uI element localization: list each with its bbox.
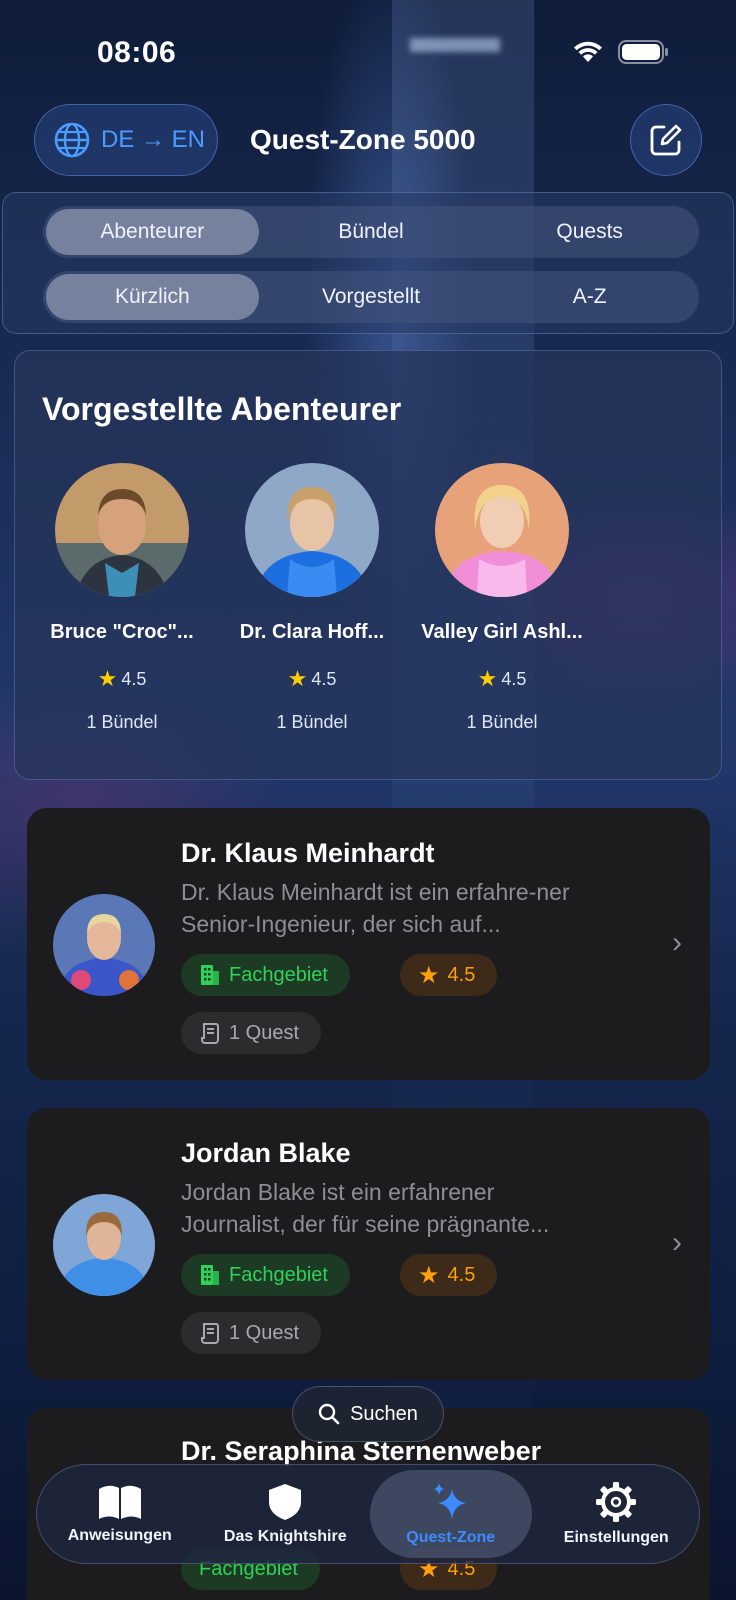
quest-count-badge: 1 Quest <box>181 1012 322 1054</box>
language-label: DE → EN <box>101 126 206 153</box>
tab-einstellungen[interactable]: Einstellungen <box>536 1470 698 1558</box>
avatar <box>53 894 155 996</box>
expertise-badge: Fachgebiet <box>181 954 350 996</box>
featured-adventurer-card[interactable]: Dr. Clara Hoff... ★ 4.5 1 Bündel <box>217 463 407 733</box>
rating-value: 4.5 <box>447 963 476 986</box>
featured-adventurer-card[interactable]: Bruce "Croc"... ★ 4.5 1 Bündel <box>27 463 217 733</box>
adventurer-bundle-count: 1 Bündel <box>466 712 538 732</box>
star-icon: ★ <box>287 666 308 691</box>
rating-value: 4.5 <box>501 668 527 689</box>
avatar <box>245 463 379 597</box>
featured-adventurers-section: Vorgestellte Abenteurer Bruce "Croc"... … <box>14 350 722 780</box>
tab-anweisungen[interactable]: Anweisungen <box>39 1470 201 1558</box>
expertise-badge: Fachgebiet <box>181 1254 350 1296</box>
gear-icon <box>596 1482 637 1522</box>
scroll-icon <box>201 1023 219 1044</box>
adventurer-description: Dr. Klaus Meinhardt ist ein erfahre-ner … <box>181 879 570 937</box>
avatar <box>435 463 569 597</box>
building-icon <box>201 1265 219 1285</box>
sparkles-icon <box>433 1483 466 1519</box>
rating-badge: ★ 4.5 <box>400 954 498 996</box>
status-icons <box>572 40 670 64</box>
globe-icon <box>54 122 90 158</box>
star-icon: ★ <box>477 666 498 691</box>
search-icon <box>318 1403 340 1425</box>
adventurer-description: Jordan Blake ist ein erfahrener Journali… <box>181 1179 550 1237</box>
language-toggle-button[interactable]: DE → EN <box>34 104 218 176</box>
tab-quest-zone[interactable]: Quest-Zone <box>370 1470 532 1558</box>
wifi-icon <box>574 41 602 62</box>
sort-a-z[interactable]: A-Z <box>483 274 696 320</box>
adventurer-name: Valley Girl Ashl... <box>421 621 583 643</box>
compose-icon <box>650 124 682 156</box>
rating-value: 4.5 <box>121 668 147 689</box>
status-time: 08:06 <box>97 36 177 69</box>
rating-value: 4.5 <box>447 1263 476 1286</box>
category-segmented-control: Abenteurer Bündel Quests <box>43 206 699 258</box>
tab-label: Einstellungen <box>563 1529 669 1546</box>
book-icon <box>98 1485 141 1519</box>
adventurer-rating: ★ 4.5 <box>407 666 597 692</box>
star-icon: ★ <box>97 666 118 691</box>
search-label: Suchen <box>350 1402 418 1425</box>
sort-recent[interactable]: Kürzlich <box>46 274 259 320</box>
building-icon <box>201 965 219 985</box>
expertise-label: Fachgebiet <box>229 1263 328 1286</box>
tab-label: Anweisungen <box>67 1527 172 1544</box>
featured-adventurer-card[interactable]: Valley Girl Ashl... ★ 4.5 1 Bündel <box>407 463 597 733</box>
star-icon: ★ <box>418 1261 440 1289</box>
adventurer-name: Dr. Klaus Meinhardt <box>181 838 435 868</box>
adventurer-rating: ★ 4.5 <box>27 666 217 692</box>
tab-abenteurer[interactable]: Abenteurer <box>46 209 259 255</box>
sort-segmented-control: Kürzlich Vorgestellt A-Z <box>43 271 699 323</box>
chevron-right-icon: › <box>672 1226 682 1259</box>
tab-buendel[interactable]: Bündel <box>265 209 478 255</box>
battery-icon <box>618 40 668 64</box>
adventurer-rating: ★ 4.5 <box>217 666 407 692</box>
rating-badge: ★ 4.5 <box>400 1254 498 1296</box>
star-icon: ★ <box>418 961 440 989</box>
tab-label: Quest-Zone <box>406 1529 496 1546</box>
adventurer-list-item[interactable]: Dr. Klaus Meinhardt Dr. Klaus Meinhardt … <box>27 808 710 1080</box>
adventurer-bundle-count: 1 Bündel <box>86 712 158 732</box>
chevron-right-icon: › <box>672 926 682 959</box>
adventurer-bundle-count: 1 Bündel <box>276 712 348 732</box>
app-title: Quest-Zone 5000 <box>250 124 476 155</box>
bottom-tab-bar: Anweisungen Das Knightshire Quest-Zone E… <box>36 1464 700 1564</box>
avatar <box>53 1194 155 1296</box>
adventurer-name: Bruce "Croc"... <box>50 621 194 643</box>
tab-das-knightshire[interactable]: Das Knightshire <box>205 1470 367 1558</box>
scroll-icon <box>201 1323 219 1344</box>
adventurer-name: Dr. Clara Hoff... <box>239 621 385 643</box>
filter-panel: Abenteurer Bündel Quests Kürzlich Vorges… <box>2 192 734 334</box>
rating-value: 4.5 <box>311 668 337 689</box>
compose-button[interactable] <box>630 104 702 176</box>
tab-label: Das Knightshire <box>223 1528 347 1545</box>
sort-featured[interactable]: Vorgestellt <box>265 274 478 320</box>
avatar <box>55 463 189 597</box>
adventurer-name: Jordan Blake <box>181 1138 351 1168</box>
section-title: Vorgestellte Abenteurer <box>42 391 402 427</box>
search-button[interactable]: Suchen <box>292 1386 444 1442</box>
adventurer-list-item[interactable]: Jordan Blake Jordan Blake ist ein erfahr… <box>27 1108 710 1380</box>
quest-count: 1 Quest <box>229 1021 300 1044</box>
quest-count-badge: 1 Quest <box>181 1312 322 1354</box>
tab-quests[interactable]: Quests <box>483 209 696 255</box>
shield-icon <box>269 1484 302 1520</box>
quest-count: 1 Quest <box>229 1321 300 1344</box>
expertise-label: Fachgebiet <box>229 963 328 986</box>
